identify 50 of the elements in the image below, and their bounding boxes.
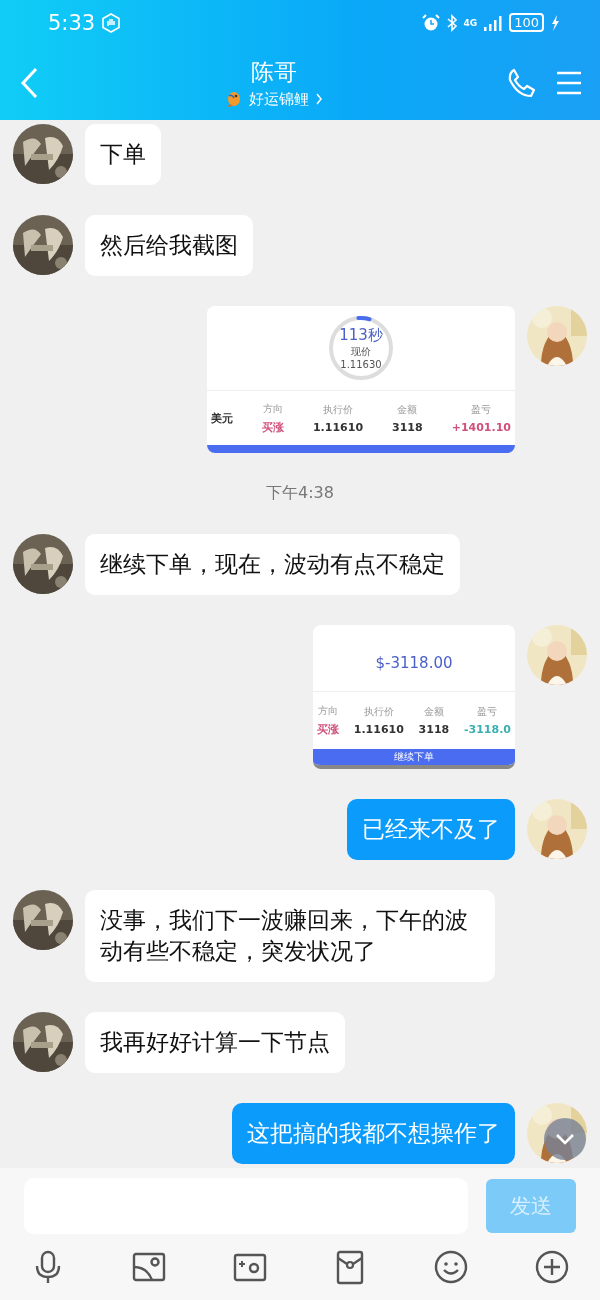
column-header: 盈亏 xyxy=(471,402,492,417)
column-value: 美元 xyxy=(211,410,233,426)
column-header: 金额 xyxy=(423,705,444,719)
message-bubble: 然后给我截图 xyxy=(85,215,253,276)
price-value: 1.11630 xyxy=(340,359,382,370)
column-value: 3118 xyxy=(392,420,423,434)
battery-level: 100 xyxy=(509,13,544,32)
column-value: 3118 xyxy=(418,723,450,736)
column-header: 执行价 xyxy=(323,402,353,417)
continue-button[interactable]: 继续下单 xyxy=(313,749,515,765)
fish-icon xyxy=(225,90,243,108)
charging-icon xyxy=(550,13,560,32)
column-value: +1401.10 xyxy=(451,420,511,434)
amount-value: $-3118.00 xyxy=(375,654,453,672)
column-header: 执行价 xyxy=(363,705,394,719)
hand-icon xyxy=(101,12,122,33)
column-header: 方向 xyxy=(318,704,338,718)
signal-icon xyxy=(483,14,504,31)
column-header: 金额 xyxy=(397,402,418,417)
column-header: 方向 xyxy=(263,401,283,416)
message-bubble: 继续下单，现在，波动有点不稳定 xyxy=(85,534,460,595)
screenshot-card[interactable]: 113秒 现价 1.11630 美元 方向 买涨 执行价 1.11610 金额 3118 盈亏 +1401.10 xyxy=(207,306,515,453)
message-bubble: 我再好好计算一下节点 xyxy=(85,1012,345,1073)
emoji-icon[interactable] xyxy=(433,1249,470,1285)
network-label: 4G xyxy=(463,17,478,28)
bluetooth-icon xyxy=(445,13,458,32)
column-value: 买涨 xyxy=(317,722,339,737)
chevron-right-icon[interactable] xyxy=(315,93,323,105)
alarm-icon xyxy=(421,13,440,32)
phone-icon[interactable] xyxy=(506,67,536,98)
plus-icon[interactable] xyxy=(534,1249,570,1285)
column-value: 1.11610 xyxy=(312,420,364,434)
countdown-ring xyxy=(327,314,395,382)
column-value: -3118.0 xyxy=(464,723,511,736)
screenshot-card[interactable]: $-3118.00 方向 买涨 执行价 1.11610 金额 3118 盈亏 -3118.0 继续下单 xyxy=(313,625,515,769)
status-time: 5:33 xyxy=(48,10,96,35)
countdown-value: 113秒 xyxy=(339,326,383,345)
price-label: 现价 xyxy=(351,345,371,359)
menu-icon[interactable] xyxy=(556,70,582,95)
message-bubble: 没事，我们下一波赚回来，下午的波动有些不稳定，突发状况了 xyxy=(85,890,495,982)
column-header: 盈亏 xyxy=(477,705,498,719)
message-bubble: 已经来不及了 xyxy=(347,799,515,860)
message-bubble: 这把搞的我都不想操作了 xyxy=(232,1103,515,1164)
column-value: 买涨 xyxy=(262,419,284,435)
status-label[interactable]: 好运锦鲤 xyxy=(249,89,309,109)
timestamp: 下午4:38 xyxy=(266,483,334,504)
contact-name: 陈哥 xyxy=(251,57,297,87)
message-bubble: 下单 xyxy=(85,124,161,185)
chevron-down-icon xyxy=(555,1133,575,1145)
column-value: 1.11610 xyxy=(353,723,404,736)
